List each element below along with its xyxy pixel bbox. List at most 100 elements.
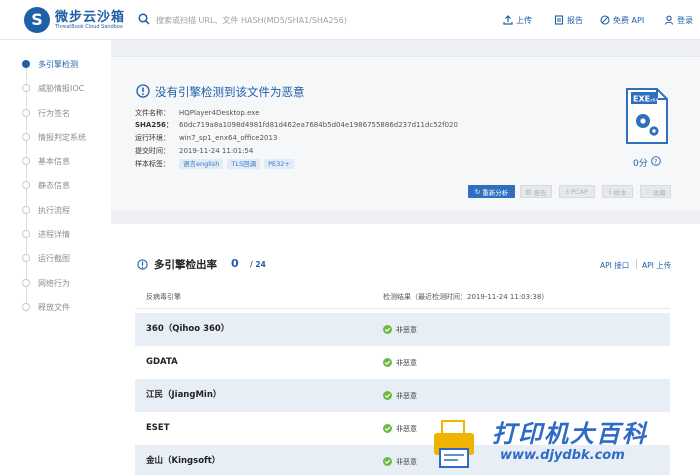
help-icon[interactable]: ? — [651, 156, 661, 166]
file-name-row: 文件名称： HQPlayer4Desktop.exe — [135, 107, 260, 119]
sha256-value: 60dc719a8a1098d4981fd81d462ea7684b5d04e1… — [179, 121, 458, 129]
tag-tls-callback[interactable]: TLS回调 — [227, 159, 261, 169]
sidebar-item-label: 威胁情报IOC — [38, 83, 85, 93]
sidebar-item-process-details[interactable]: 进程详情 — [22, 227, 70, 241]
download-icon: ⤓ — [608, 187, 612, 195]
favorite-button[interactable]: ♡ 收藏 — [640, 185, 671, 198]
download-pcap-button[interactable]: ⤓ PCAP — [559, 185, 595, 198]
alert-circle-icon — [136, 84, 150, 98]
sidebar-item-engine-detection[interactable]: 多引擎检测 — [22, 57, 78, 71]
tags-row: 样本标签： 语言english TLS回调 PE32+ — [135, 158, 298, 170]
upload-icon — [503, 15, 513, 25]
exe-file-icon: EXE x64 — [626, 88, 668, 144]
sidebar-item-network-behavior[interactable]: 网络行为 — [22, 276, 70, 290]
timeline-dot-icon — [22, 157, 30, 165]
sidebar-item-screenshots[interactable]: 运行截图 — [22, 251, 70, 265]
sidebar-item-label: 静态信息 — [38, 180, 70, 190]
engine-result: 非恶意 — [383, 379, 417, 412]
radar-icon — [137, 259, 148, 270]
download-pcap-label: PCAP — [571, 187, 588, 196]
api-interface-link[interactable]: API 接口 — [600, 260, 629, 271]
watermark-title: 打印机大百科 — [492, 420, 648, 448]
section-sidebar: 多引擎检测 威胁情报IOC 行为签名 情报判定系统 基本信息 静态信息 执行流程… — [0, 40, 111, 475]
header-divider — [135, 308, 670, 309]
link-divider — [636, 259, 637, 269]
file-name-value: HQPlayer4Desktop.exe — [179, 109, 260, 117]
tag-language[interactable]: 语言english — [179, 159, 224, 169]
download-report-button[interactable]: ▤ 报告 — [520, 185, 552, 198]
logo-mark-icon: S — [24, 7, 50, 33]
engine-result-label: 非恶意 — [396, 424, 417, 433]
threatbook-logo[interactable]: S 微步云沙箱 ThreatBook Cloud Sandbox — [24, 6, 144, 36]
sidebar-item-static-info[interactable]: 静态信息 — [22, 178, 70, 192]
engine-result: 非恶意 — [383, 445, 417, 475]
engine-name: ESET — [146, 423, 170, 433]
threat-score: 0分 — [633, 159, 648, 169]
timeline-dot-icon — [22, 230, 30, 238]
engine-section-title: 多引擎检出率 — [154, 259, 217, 271]
svg-text:?: ? — [654, 158, 657, 166]
search-input[interactable] — [156, 10, 456, 30]
watermark-url: www.djydbk.com — [500, 448, 625, 463]
sidebar-item-label: 情报判定系统 — [38, 132, 86, 142]
table-row: GDATA 非恶意 — [135, 346, 670, 379]
sidebar-item-label: 行为签名 — [38, 108, 70, 118]
engine-name: GDATA — [146, 357, 178, 367]
sidebar-item-label: 释放文件 — [38, 302, 70, 312]
timeline-dot-icon — [22, 254, 30, 262]
report-link[interactable]: 报告 — [554, 13, 583, 27]
submit-time-label: 提交时间： — [135, 147, 170, 155]
site-watermark: 打印机大百科 www.djydbk.com — [428, 412, 700, 475]
table-row: 360（Qihoo 360） 非恶意 — [135, 313, 670, 346]
api-upload-link[interactable]: API 上传 — [642, 260, 671, 271]
sidebar-item-intel-verdict[interactable]: 情报判定系统 — [22, 130, 86, 144]
sidebar-item-execution-flow[interactable]: 执行流程 — [22, 203, 70, 217]
report-doc-icon: ▤ — [525, 187, 532, 196]
engine-name: 360（Qihoo 360） — [146, 324, 230, 334]
env-value: win7_sp1_enx64_office2013 — [179, 134, 278, 142]
upload-link[interactable]: 上传 — [503, 13, 532, 27]
table-row: 江民（JiangMin） 非恶意 — [135, 379, 670, 412]
timeline-dot-icon — [22, 206, 30, 214]
login-link[interactable]: 登录 — [664, 13, 693, 27]
total-engine-count: / 24 — [250, 260, 266, 269]
sidebar-item-behavior-signature[interactable]: 行为签名 — [22, 106, 70, 120]
sidebar-item-threat-ioc[interactable]: 威胁情报IOC — [22, 81, 84, 95]
sidebar-item-label: 进程详情 — [38, 229, 70, 239]
sidebar-item-basic-info[interactable]: 基本信息 — [22, 154, 70, 168]
download-report-label: 报告 — [533, 188, 547, 197]
search-icon — [138, 13, 150, 25]
reanalyze-button[interactable]: ↻ 重新分析 — [468, 185, 515, 198]
sidebar-item-label: 执行流程 — [38, 205, 70, 215]
check-circle-icon — [383, 457, 392, 466]
tags-label: 样本标签： — [135, 160, 170, 168]
sidebar-item-label: 基本信息 — [38, 156, 70, 166]
submit-time-row: 提交时间： 2019-11-24 11:01:54 — [135, 145, 253, 157]
timeline-dot-icon — [22, 109, 30, 117]
timeline-dot-icon — [22, 133, 30, 141]
printer-logo-icon — [434, 420, 474, 468]
free-api-label: 免费 API — [613, 15, 645, 25]
logo-subtitle: ThreatBook Cloud Sandbox — [55, 24, 123, 30]
report-label: 报告 — [567, 15, 583, 25]
sha256-row: SHA256： 60dc719a8a1098d4981fd81d462ea768… — [135, 119, 458, 131]
check-circle-icon — [383, 391, 392, 400]
engine-result-label: 非恶意 — [396, 457, 417, 466]
download-sample-button[interactable]: ⤓ 样本 — [602, 185, 633, 198]
free-api-link[interactable]: 免费 API — [600, 13, 644, 27]
timeline-dot-icon — [22, 303, 30, 311]
sidebar-item-dropped-files[interactable]: 释放文件 — [22, 300, 70, 314]
engine-result: 非恶意 — [383, 412, 417, 445]
user-icon — [664, 15, 674, 25]
summary-card: 没有引擎检测到该文件为恶意 文件名称： HQPlayer4Desktop.exe… — [111, 56, 700, 210]
timeline-dot-icon — [22, 84, 30, 92]
file-name-label: 文件名称： — [135, 109, 170, 117]
engine-name: 金山（Kingsoft） — [146, 456, 221, 466]
reanalyze-label: 重新分析 — [482, 188, 509, 197]
heart-icon: ♡ — [645, 187, 651, 196]
logo-title: 微步云沙箱 — [55, 10, 126, 25]
tag-pe32plus[interactable]: PE32+ — [264, 159, 294, 169]
engine-name: 江民（JiangMin） — [146, 390, 222, 400]
timeline-dot-icon — [22, 181, 30, 189]
refresh-icon: ↻ — [474, 187, 481, 196]
